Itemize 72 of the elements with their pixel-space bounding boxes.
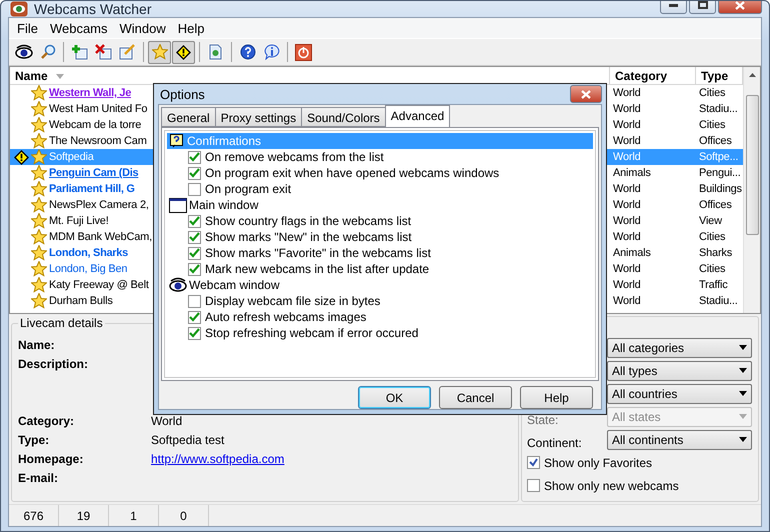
webcam-name: NewsPlex Camera 2, bbox=[49, 199, 149, 211]
category-cell-text: Animals bbox=[612, 167, 652, 179]
status-count: 19 bbox=[59, 505, 109, 526]
field-label: Category: bbox=[18, 414, 76, 430]
field-label: Description: bbox=[18, 357, 90, 373]
category-cell-text: Animals bbox=[612, 247, 652, 259]
dropdown: All states bbox=[607, 406, 752, 426]
category-cell-text: World bbox=[612, 87, 642, 99]
type-cell-text: View bbox=[698, 215, 723, 227]
checkbox-label: Show only Favorites bbox=[544, 456, 652, 470]
field-label: E-mail: bbox=[18, 471, 60, 487]
category-cell-text: World bbox=[612, 135, 642, 147]
window-title: Webcams Watcher bbox=[34, 1, 152, 17]
webcam-name: Webcam de la torre bbox=[49, 119, 142, 131]
webcam-name: MDM Bank WebCam, bbox=[49, 231, 152, 243]
category-cell-text: World bbox=[612, 183, 642, 195]
type-cell-text: Cities bbox=[698, 263, 726, 275]
category-cell-text: World bbox=[612, 103, 642, 115]
option-label: Show marks "New" in the webcams list bbox=[205, 230, 412, 244]
webcam-name: Katy Freeway @ Belt bbox=[49, 279, 149, 291]
category-cell-text: World bbox=[612, 199, 642, 211]
type-cell-text: Softpe... bbox=[698, 151, 740, 163]
webcam-name: London, Big Ben bbox=[49, 263, 128, 275]
type-cell-text: Sharks bbox=[698, 247, 734, 259]
option-label: Show marks "Favorite" in the webcams list bbox=[205, 246, 431, 260]
type-cell-text: Cities bbox=[698, 119, 726, 131]
field-label: Homepage: bbox=[18, 452, 84, 468]
option-label: Show country flags in the webcams list bbox=[205, 214, 412, 228]
option-label: Mark new webcams in the list after update bbox=[205, 262, 430, 276]
webcam-name: London, Sharks bbox=[49, 247, 128, 259]
category-cell-text: World bbox=[612, 215, 642, 227]
option-label: Auto refresh webcams images bbox=[205, 310, 366, 324]
webcam-name: Mt. Fuji Live! bbox=[49, 215, 109, 227]
field-value: Softpedia test bbox=[151, 433, 226, 449]
category-cell-text: World bbox=[612, 231, 642, 243]
status-count: 676 bbox=[9, 505, 59, 526]
category-cell-text: World bbox=[612, 151, 642, 163]
field-label: Name: bbox=[18, 338, 56, 354]
webcam-name: Durham Bulls bbox=[49, 295, 113, 307]
category-cell-text: World bbox=[612, 119, 642, 131]
category-cell-text: World bbox=[612, 279, 642, 291]
webcam-name: The Newsroom Cam bbox=[49, 135, 147, 147]
type-cell-text: Pengui... bbox=[698, 167, 742, 179]
option-label: On program exit when have opened webcams windows bbox=[205, 166, 500, 180]
filter-label: State: bbox=[527, 413, 560, 428]
status-count: 1 bbox=[109, 505, 159, 526]
status-count: 0 bbox=[159, 505, 209, 526]
type-cell-text: Cities bbox=[698, 231, 726, 243]
type-cell-text: Buildings bbox=[698, 183, 743, 195]
webcam-name: Parliament Hill, G bbox=[49, 183, 135, 195]
type-cell-text: Cities bbox=[698, 87, 726, 99]
field-value: World bbox=[151, 414, 184, 430]
webcam-name: Western Wall, Je bbox=[49, 87, 132, 99]
option-label: On remove webcams from the list bbox=[205, 150, 384, 164]
group-title: Livecam details bbox=[19, 316, 104, 330]
option-label: On program exit bbox=[205, 182, 292, 196]
category-cell-text: World bbox=[612, 263, 642, 275]
dialog-title: Options bbox=[160, 86, 205, 102]
type-cell-text: Offices bbox=[698, 199, 733, 211]
checkbox-label: Show only new webcams bbox=[544, 478, 679, 492]
webcam-name: Softpedia bbox=[49, 151, 94, 163]
filter-label: Continent: bbox=[527, 436, 583, 451]
type-cell-text: Stadiu... bbox=[698, 295, 739, 307]
type-cell-text: Stadiu... bbox=[698, 103, 739, 115]
option-label: Display webcam file size in bytes bbox=[205, 294, 380, 308]
webcam-name: Penguin Cam (Dis bbox=[49, 167, 138, 179]
webcam-name: West Ham United Fo bbox=[49, 103, 148, 115]
option-label: Stop refreshing webcam if error occured bbox=[205, 326, 418, 340]
type-cell-text: Traffic bbox=[698, 279, 729, 291]
type-cell-text: Offices bbox=[698, 135, 733, 147]
field-label: Type: bbox=[18, 433, 50, 449]
category-cell-text: World bbox=[612, 295, 642, 307]
